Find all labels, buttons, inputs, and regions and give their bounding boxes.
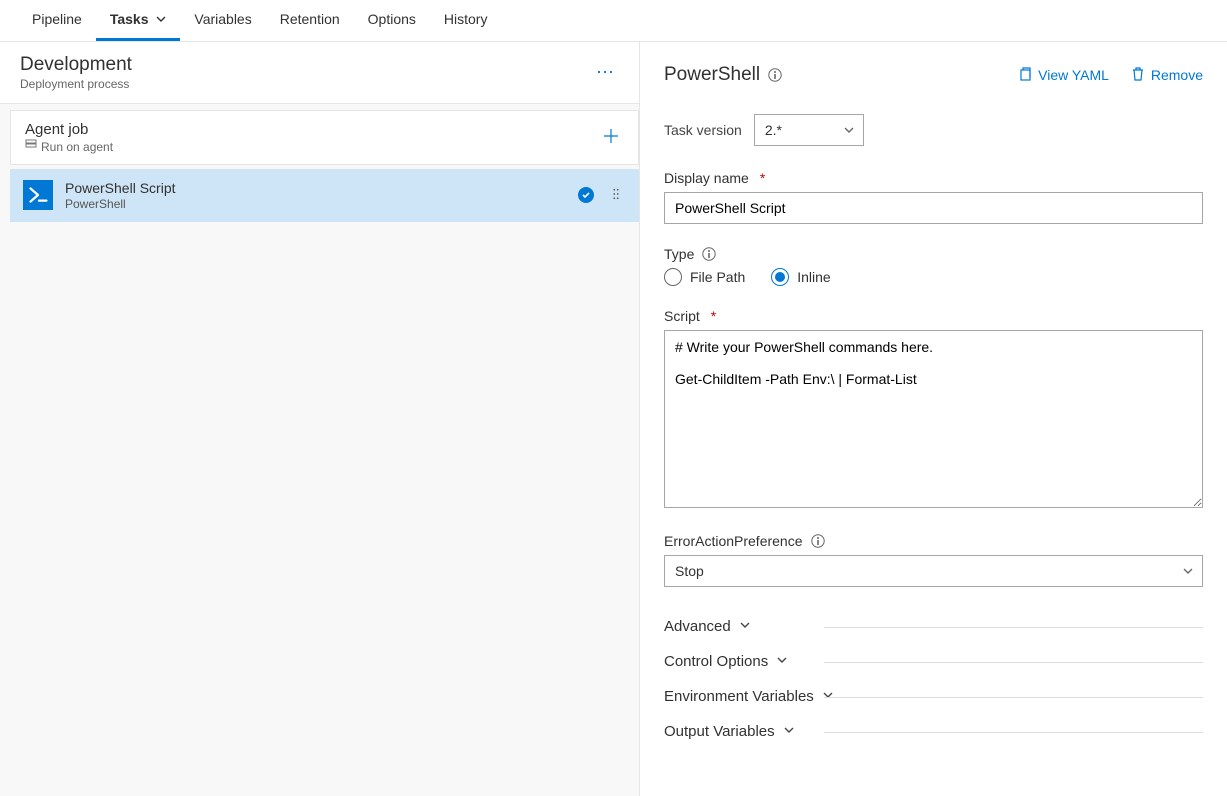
script-label: Script [664, 308, 700, 324]
agent-job-row[interactable]: Agent job Run on agent [10, 110, 639, 165]
add-task-button[interactable] [598, 123, 624, 152]
pool-icon [25, 139, 37, 154]
chevron-down-icon [739, 618, 751, 635]
task-version-label: Task version [664, 122, 742, 138]
chevron-down-icon [156, 14, 166, 27]
drag-handle-icon[interactable] [606, 187, 626, 203]
tab-tasks-label: Tasks [110, 11, 149, 27]
copy-icon [1018, 67, 1032, 84]
required-marker: * [760, 170, 765, 186]
type-inline-label: Inline [797, 269, 830, 285]
task-valid-icon [578, 187, 594, 203]
chevron-down-icon [776, 653, 788, 670]
section-advanced[interactable]: Advanced [664, 609, 1203, 644]
required-marker: * [711, 308, 716, 324]
stage-title: Development [20, 54, 132, 76]
section-advanced-label: Advanced [664, 618, 731, 635]
tab-pipeline[interactable]: Pipeline [18, 1, 96, 41]
remove-button[interactable]: Remove [1131, 67, 1203, 84]
agent-job-subtitle: Run on agent [41, 140, 113, 154]
tab-variables[interactable]: Variables [180, 1, 265, 41]
task-list-pane: Development Deployment process ⋯ Agent j… [0, 42, 640, 796]
error-pref-select[interactable]: Stop [664, 555, 1203, 587]
remove-label: Remove [1151, 67, 1203, 83]
tab-tasks[interactable]: Tasks [96, 1, 181, 41]
tab-options[interactable]: Options [354, 1, 430, 41]
error-pref-label: ErrorActionPreference [664, 533, 803, 549]
task-title: PowerShell Script [65, 180, 566, 197]
type-filepath-label: File Path [690, 269, 745, 285]
info-icon[interactable] [811, 534, 825, 548]
display-name-input[interactable] [664, 192, 1203, 224]
view-yaml-button[interactable]: View YAML [1018, 67, 1109, 84]
stage-header: Development Deployment process ⋯ [0, 42, 639, 104]
powershell-icon [23, 180, 53, 210]
stage-subtitle: Deployment process [20, 77, 132, 91]
task-version-select[interactable]: 2.* [754, 114, 864, 146]
type-inline-radio[interactable]: Inline [771, 268, 830, 286]
type-filepath-radio[interactable]: File Path [664, 268, 745, 286]
section-env-label: Environment Variables [664, 688, 814, 705]
task-version-value: 2.* [765, 122, 782, 138]
tab-history[interactable]: History [430, 1, 502, 41]
task-details-pane: PowerShell View YAML Remove [640, 42, 1227, 796]
type-label: Type [664, 246, 694, 262]
tab-retention[interactable]: Retention [266, 1, 354, 41]
info-icon[interactable] [768, 68, 782, 82]
section-out-label: Output Variables [664, 723, 775, 740]
chevron-down-icon [843, 123, 855, 139]
trash-icon [1131, 67, 1145, 84]
chevron-down-icon [1182, 564, 1194, 580]
agent-job-title: Agent job [25, 121, 113, 138]
section-output-vars[interactable]: Output Variables [664, 714, 1203, 749]
panel-title: PowerShell [664, 64, 760, 86]
script-textarea[interactable] [664, 330, 1203, 508]
chevron-down-icon [783, 723, 795, 740]
section-env-vars[interactable]: Environment Variables [664, 679, 1203, 714]
error-pref-value: Stop [675, 563, 704, 579]
task-powershell-row[interactable]: PowerShell Script PowerShell [10, 169, 639, 222]
chevron-down-icon [822, 688, 834, 705]
info-icon[interactable] [702, 247, 716, 261]
section-control-options[interactable]: Control Options [664, 644, 1203, 679]
display-name-label: Display name [664, 170, 749, 186]
top-tabbar: Pipeline Tasks Variables Retention Optio… [0, 0, 1227, 42]
view-yaml-label: View YAML [1038, 67, 1109, 83]
stage-more-button[interactable]: ⋯ [592, 62, 619, 83]
section-control-label: Control Options [664, 653, 768, 670]
task-subtitle: PowerShell [65, 197, 566, 211]
